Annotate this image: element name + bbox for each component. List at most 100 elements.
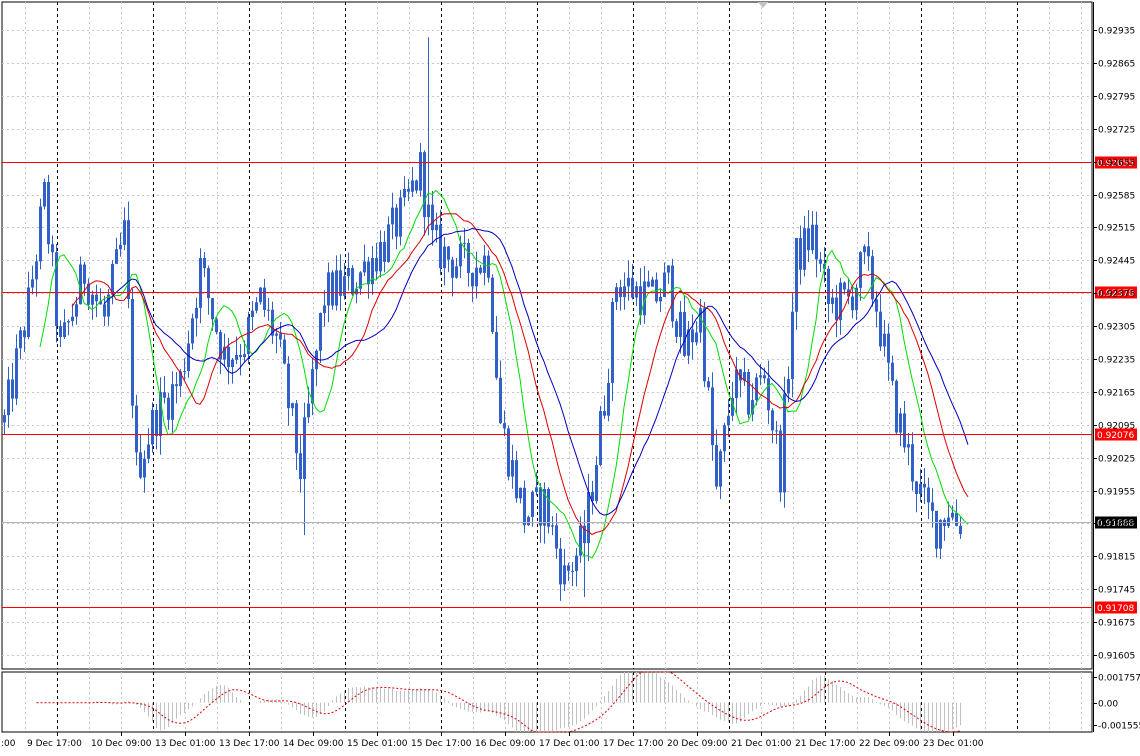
candle-body bbox=[719, 451, 722, 487]
candle-body bbox=[867, 246, 870, 257]
candle-body bbox=[747, 372, 750, 415]
candle-body bbox=[683, 311, 686, 356]
candle-body bbox=[215, 319, 218, 333]
time-axis-tick-label: 17 Dec 17:00 bbox=[603, 739, 664, 749]
candle bbox=[527, 515, 530, 526]
candle-body bbox=[427, 204, 430, 218]
candle-body bbox=[407, 188, 410, 192]
candle-body bbox=[279, 333, 282, 340]
candle bbox=[259, 287, 262, 305]
candle-body bbox=[919, 483, 922, 495]
candle-body bbox=[387, 224, 390, 262]
price-axis-tick-label: 0.92445 bbox=[1098, 257, 1135, 267]
candle-body bbox=[35, 261, 38, 280]
candle-body bbox=[171, 384, 174, 420]
candle-body bbox=[435, 224, 438, 231]
candle-body bbox=[199, 257, 202, 308]
candle-body bbox=[931, 502, 934, 511]
candle-body bbox=[859, 252, 862, 288]
candle-body bbox=[211, 298, 214, 320]
candle-body bbox=[959, 525, 962, 535]
candle-body bbox=[735, 369, 738, 399]
price-axis-tick-label: 0.92375 bbox=[1098, 290, 1135, 300]
candle-body bbox=[347, 268, 350, 277]
candle-body bbox=[71, 316, 74, 322]
candle-body bbox=[287, 363, 290, 409]
candle-body bbox=[175, 384, 178, 387]
candle-body bbox=[83, 264, 86, 284]
candle-body bbox=[15, 348, 18, 399]
candle-body bbox=[123, 220, 126, 245]
candle-body bbox=[307, 403, 310, 418]
candle-body bbox=[787, 379, 790, 394]
candle-body bbox=[819, 259, 822, 264]
candle-body bbox=[295, 403, 298, 454]
chart-root[interactable]: 0.92655 0.92378 0.92076 0.91708 0.91888 0.929… bbox=[0, 0, 1140, 756]
candle-body bbox=[7, 379, 10, 416]
candle-body bbox=[599, 411, 602, 466]
price-chart[interactable]: 0.926550.923780.920760.917080.918880.929… bbox=[0, 0, 1140, 756]
time-axis-tick-label: :00 bbox=[1, 739, 16, 749]
candle-body bbox=[403, 188, 406, 198]
candle-body bbox=[879, 311, 882, 347]
candle-body bbox=[283, 339, 286, 364]
candle-body bbox=[775, 430, 778, 432]
candle-body bbox=[883, 333, 886, 347]
candle-body bbox=[251, 310, 254, 317]
candle-body bbox=[567, 565, 570, 571]
candle-body bbox=[899, 413, 902, 433]
candle-body bbox=[631, 277, 634, 298]
candle-body bbox=[951, 512, 954, 518]
candle-body bbox=[335, 270, 338, 306]
candle-body bbox=[691, 329, 694, 343]
candle-body bbox=[587, 492, 590, 544]
candle-body bbox=[663, 272, 666, 297]
candle-body bbox=[611, 301, 614, 383]
time-axis-tick-label: 9 Dec 17:00 bbox=[27, 739, 82, 749]
candle-body bbox=[563, 565, 566, 585]
candle-body bbox=[323, 305, 326, 314]
candle-body bbox=[479, 267, 482, 273]
candle-body bbox=[915, 481, 918, 495]
candle-body bbox=[235, 354, 238, 360]
candle-body bbox=[887, 333, 890, 363]
candle-body bbox=[259, 287, 262, 303]
candle-body bbox=[319, 313, 322, 351]
candle-body bbox=[95, 294, 98, 302]
oscillator-axis-tick-label: 0.00 bbox=[1098, 700, 1118, 710]
candle-body bbox=[459, 243, 462, 267]
candle-body bbox=[231, 359, 234, 368]
candle-body bbox=[51, 244, 54, 253]
candle-body bbox=[367, 261, 370, 285]
candle-body bbox=[23, 330, 26, 338]
candle-body bbox=[67, 321, 70, 323]
candle-body bbox=[275, 333, 278, 336]
candle-body bbox=[935, 510, 938, 549]
candle-body bbox=[703, 308, 706, 382]
candle-body bbox=[891, 362, 894, 381]
candle bbox=[871, 249, 874, 307]
candle-body bbox=[623, 286, 626, 298]
candle-body bbox=[399, 197, 402, 237]
candle-body bbox=[243, 354, 246, 358]
candle-body bbox=[659, 296, 662, 302]
time-axis-tick-label: 10 Dec 09:00 bbox=[91, 739, 152, 749]
time-axis-tick-label: 15 Dec 01:00 bbox=[347, 739, 408, 749]
price-axis-tick-label: 0.91815 bbox=[1098, 553, 1135, 563]
candle-body bbox=[827, 268, 830, 304]
candle bbox=[703, 302, 706, 388]
time-axis-tick-label: 22 Dec 09:00 bbox=[859, 739, 920, 749]
candle-body bbox=[615, 287, 618, 302]
candle-body bbox=[475, 267, 478, 287]
candle-body bbox=[419, 152, 422, 191]
price-axis-tick-label: 0.91745 bbox=[1098, 586, 1135, 596]
price-axis-tick-label: 0.92865 bbox=[1098, 60, 1135, 70]
candle-body bbox=[471, 273, 474, 287]
candle-body bbox=[351, 268, 354, 295]
time-axis-tick-label: 17 Dec 01:00 bbox=[539, 739, 600, 749]
candle-body bbox=[191, 318, 194, 344]
candle-body bbox=[671, 265, 674, 322]
candle-body bbox=[571, 570, 574, 572]
candle bbox=[331, 270, 334, 310]
candle-body bbox=[467, 242, 470, 274]
